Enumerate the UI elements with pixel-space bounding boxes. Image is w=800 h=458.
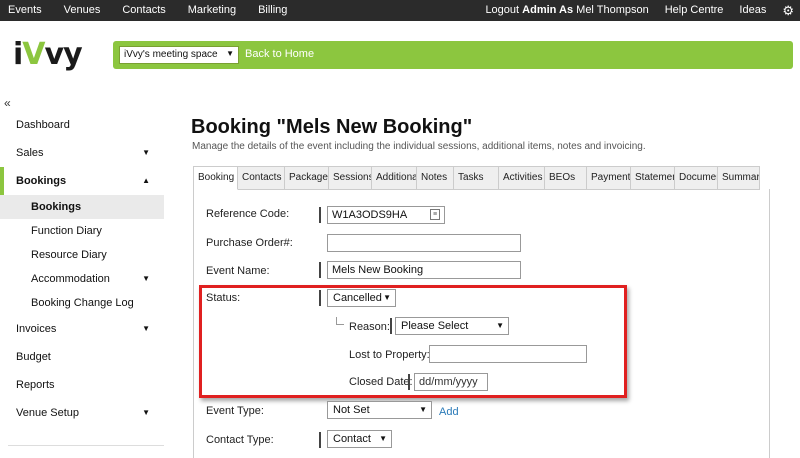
reference-code-field[interactable]: W1A3ODS9HA ≡ [327, 206, 445, 224]
venue-select-value: iVvy's meeting space [124, 49, 218, 60]
tab-additional[interactable]: Additional [372, 166, 417, 190]
add-event-type-link[interactable]: Add [439, 406, 459, 418]
event-type-label: Event Type: [206, 405, 264, 417]
sidebar-subitem-accommodation[interactable]: Accommodation ▼ [0, 267, 164, 291]
sidebar-item-label: Bookings [16, 175, 67, 187]
help-centre-link[interactable]: Help Centre [665, 4, 724, 16]
sidebar-subitem-function-diary[interactable]: Function Diary [0, 219, 164, 243]
sidebar-item-dashboard[interactable]: Dashboard [0, 111, 170, 139]
sidebar-item-sales[interactable]: Sales ▼ [0, 139, 170, 167]
tab-tasks[interactable]: Tasks [454, 166, 499, 190]
purchase-order-label: Purchase Order#: [206, 237, 293, 249]
required-marker [319, 207, 321, 223]
sidebar-item-reports[interactable]: Reports [0, 371, 170, 399]
purchase-order-field[interactable] [327, 234, 521, 252]
booking-tabs: Booking Contacts Package Sessions Additi… [193, 166, 760, 190]
event-type-select-value: Not Set [333, 404, 370, 416]
collapse-sidebar-icon[interactable]: « [4, 96, 11, 110]
sidebar-subitem-booking-change-log[interactable]: Booking Change Log [0, 291, 164, 315]
logout-link[interactable]: Logout Admin As Mel Thompson [485, 4, 648, 16]
logout-label: Logout [485, 4, 520, 16]
chevron-down-icon: ▼ [142, 274, 150, 283]
nav-marketing[interactable]: Marketing [188, 4, 236, 16]
sidebar-item-label: Invoices [16, 323, 57, 335]
contact-type-select[interactable]: Contact ▼ [327, 430, 392, 448]
contact-type-label: Contact Type: [206, 434, 274, 446]
sidebar-divider [8, 445, 164, 446]
tab-summary[interactable]: Summary [718, 166, 760, 190]
sidebar-subitem-label: Accommodation [31, 273, 110, 285]
contact-type-select-value: Contact [333, 433, 371, 445]
sidebar-subitem-label: Resource Diary [31, 249, 107, 261]
tab-payments[interactable]: Payments [587, 166, 631, 190]
sidebar-item-venue-setup[interactable]: Venue Setup ▼ [0, 399, 170, 427]
top-nav-bar: Events Venues Contacts Marketing Billing… [0, 0, 800, 21]
ideas-link[interactable]: Ideas [739, 4, 766, 16]
sidebar-subitem-resource-diary[interactable]: Resource Diary [0, 243, 164, 267]
nav-venues[interactable]: Venues [64, 4, 101, 16]
gear-icon[interactable]: ⚙ [782, 4, 794, 17]
sidebar-item-label: Venue Setup [16, 407, 80, 419]
sidebar-subitem-label: Booking Change Log [31, 297, 134, 309]
chevron-up-icon: ▲ [142, 176, 150, 185]
sidebar-item-budget[interactable]: Budget [0, 343, 170, 371]
sidebar-subitem-label: Bookings [31, 201, 82, 213]
nav-contacts[interactable]: Contacts [122, 4, 165, 16]
top-right-links: Logout Admin As Mel Thompson Help Centre… [485, 4, 794, 17]
back-to-home-link[interactable]: Back to Home [245, 48, 314, 60]
sidebar-item-label: Dashboard [16, 119, 70, 131]
chevron-down-icon: ▼ [379, 434, 387, 443]
page-title: Booking "Mels New Booking" [191, 116, 473, 138]
highlight-box [199, 285, 627, 398]
chevron-down-icon: ▼ [142, 324, 150, 333]
tab-package[interactable]: Package [285, 166, 329, 190]
tab-sessions[interactable]: Sessions [329, 166, 372, 190]
calculator-icon[interactable]: ≡ [430, 209, 440, 220]
tab-beos[interactable]: BEOs [545, 166, 587, 190]
top-nav: Events Venues Contacts Marketing Billing [8, 4, 287, 16]
required-marker [319, 432, 321, 448]
ivvy-logo[interactable]: iVvy [13, 37, 83, 73]
reference-code-value: W1A3ODS9HA [332, 209, 408, 221]
reference-code-label: Reference Code: [206, 208, 290, 220]
event-name-field[interactable]: Mels New Booking [327, 261, 521, 279]
admin-as-label: Admin As [522, 4, 574, 16]
event-type-select[interactable]: Not Set ▼ [327, 401, 432, 419]
nav-billing[interactable]: Billing [258, 4, 287, 16]
required-marker [319, 262, 321, 278]
tab-contacts[interactable]: Contacts [238, 166, 285, 190]
sidebar-subitem-bookings[interactable]: Bookings [0, 195, 164, 219]
tab-notes[interactable]: Notes [417, 166, 454, 190]
sidebar-subitem-label: Function Diary [31, 225, 102, 237]
event-name-label: Event Name: [206, 265, 270, 277]
sidebar: Dashboard Sales ▼ Bookings ▲ Bookings Func… [0, 111, 170, 427]
venue-bar: iVvy's meeting space ▼ Back to Home [113, 41, 793, 69]
nav-events[interactable]: Events [8, 4, 42, 16]
chevron-down-icon: ▼ [142, 148, 150, 157]
tab-booking[interactable]: Booking [193, 166, 238, 190]
chevron-down-icon: ▼ [142, 408, 150, 417]
chevron-down-icon: ▼ [226, 49, 234, 58]
sidebar-item-label: Reports [16, 379, 55, 391]
tab-statements[interactable]: Statements [631, 166, 675, 190]
tab-documents[interactable]: Documents [675, 166, 718, 190]
sidebar-item-label: Budget [16, 351, 51, 363]
tab-activities[interactable]: Activities [499, 166, 545, 190]
venue-select[interactable]: iVvy's meeting space ▼ [119, 46, 239, 64]
chevron-down-icon: ▼ [419, 405, 427, 414]
sidebar-item-label: Sales [16, 147, 44, 159]
sidebar-item-bookings[interactable]: Bookings ▲ [0, 167, 170, 195]
user-name: Mel Thompson [576, 4, 649, 16]
sidebar-item-invoices[interactable]: Invoices ▼ [0, 315, 170, 343]
page-subtitle: Manage the details of the event includin… [192, 141, 646, 152]
